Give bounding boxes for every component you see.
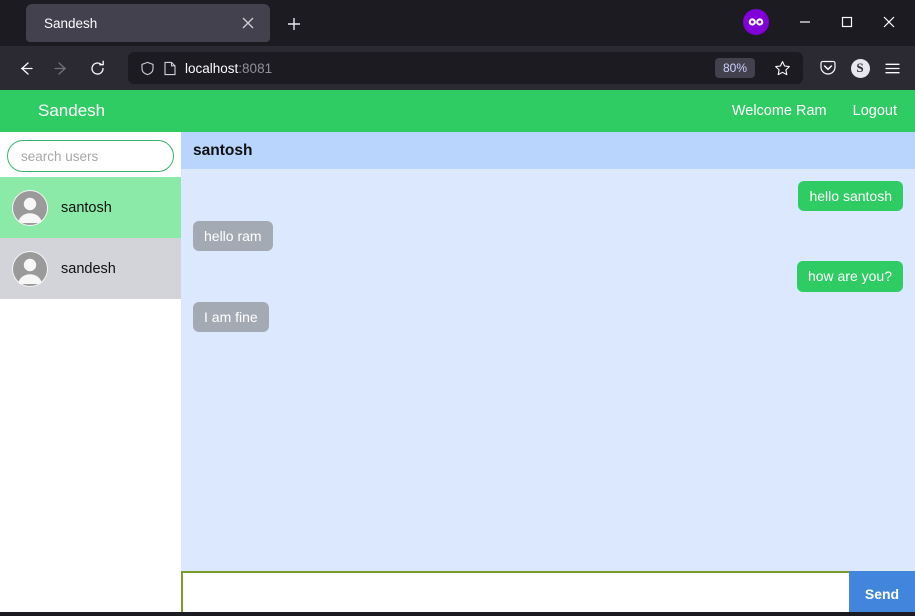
send-button[interactable]: Send (849, 571, 915, 616)
url-host: localhost (185, 60, 239, 76)
message-row: hello ram (193, 221, 903, 252)
app-nav: Welcome Ram Logout (732, 103, 897, 119)
message-composer: Send (0, 571, 915, 616)
web-page: Sandesh Welcome Ram Logout search users … (0, 90, 915, 616)
zoom-level-badge[interactable]: 80% (714, 58, 755, 78)
hamburger-menu-icon[interactable] (877, 53, 907, 83)
message-row: how are you? (193, 261, 903, 292)
avatar-icon (12, 189, 48, 226)
browser-tab-sandesh[interactable]: Sandesh (26, 4, 270, 42)
logout-link[interactable]: Logout (853, 103, 897, 119)
app-body: santosh sandesh (0, 132, 915, 571)
app-header: Sandesh Welcome Ram Logout (0, 90, 915, 132)
window-controls (743, 4, 909, 40)
message-row: hello santosh (193, 181, 903, 212)
taskbar-sliver (0, 612, 915, 616)
url-bar[interactable]: localhost:8081 80% (128, 52, 803, 84)
avatar-icon (12, 250, 48, 287)
tab-strip: Sandesh (0, 0, 915, 46)
pocket-icon[interactable] (813, 53, 843, 83)
welcome-user-label[interactable]: Welcome Ram (732, 103, 827, 119)
app-brand: Sandesh (38, 101, 106, 120)
sidebar-item-sandesh[interactable]: sandesh (0, 238, 181, 299)
navigation-toolbar: localhost:8081 80% S (0, 46, 915, 90)
close-window-button[interactable] (869, 5, 909, 39)
reload-icon[interactable] (80, 52, 114, 84)
account-icon[interactable]: S (845, 53, 875, 83)
message-bubble-outgoing: how are you? (796, 261, 903, 292)
search-input[interactable] (7, 140, 174, 172)
users-sidebar: santosh sandesh (0, 132, 181, 571)
star-icon[interactable] (767, 53, 797, 83)
message-bubble-outgoing: hello santosh (798, 181, 903, 212)
sidebar-item-santosh[interactable]: santosh (0, 177, 181, 238)
page-icon (163, 61, 177, 76)
chat-partner-name: santosh (193, 141, 253, 159)
message-list: hello santosh hello ram how are you? I a… (181, 169, 915, 571)
close-icon[interactable] (236, 11, 260, 35)
chat-header: santosh (181, 132, 915, 169)
message-bubble-incoming: hello ram (193, 221, 273, 252)
minimize-button[interactable] (785, 5, 825, 39)
sidebar-item-label: sandesh (61, 260, 116, 277)
message-input[interactable] (181, 571, 849, 616)
maximize-button[interactable] (827, 5, 867, 39)
message-bubble-incoming: I am fine (193, 301, 269, 332)
url-text: localhost:8081 (185, 61, 707, 76)
back-arrow-icon[interactable] (8, 52, 42, 84)
account-initial: S (850, 58, 870, 78)
shield-icon[interactable] (140, 61, 155, 76)
chat-panel: santosh hello santosh hello ram how are … (181, 132, 915, 571)
new-tab-button[interactable] (278, 8, 310, 40)
tab-title: Sandesh (44, 15, 98, 31)
message-row: I am fine (193, 301, 903, 332)
search-container (0, 132, 181, 177)
url-port: :8081 (238, 60, 273, 76)
private-mask-icon[interactable] (743, 9, 769, 35)
browser-window: Sandesh localhost:8081 80% S Sandesh Wel… (0, 0, 915, 616)
forward-arrow-icon[interactable] (44, 52, 78, 84)
sidebar-item-label: santosh (61, 199, 112, 216)
